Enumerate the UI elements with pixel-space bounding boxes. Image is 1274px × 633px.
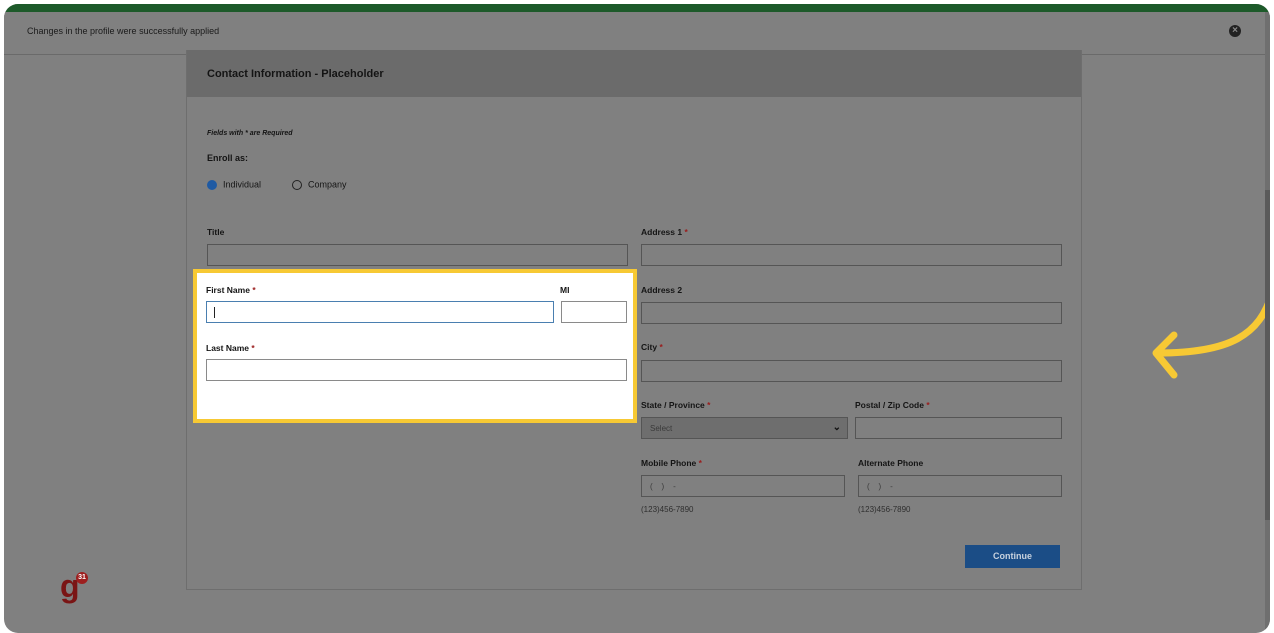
name-section-highlight: First Name * MI Last Name * <box>193 269 637 423</box>
last-name-input[interactable] <box>206 359 627 381</box>
radio-company-label: Company <box>308 179 347 190</box>
state-select-value: Select <box>650 424 673 433</box>
page-scrollbar[interactable] <box>1265 12 1270 633</box>
alternate-phone-input[interactable]: ( ) - <box>858 475 1062 497</box>
radio-individual[interactable]: Individual <box>207 179 261 190</box>
required-note: Fields with * are Required <box>207 130 293 137</box>
guidde-logo[interactable]: g 31 <box>60 568 90 604</box>
title-input[interactable] <box>207 244 628 266</box>
text-caret <box>214 307 215 318</box>
continue-button[interactable]: Continue <box>965 545 1060 568</box>
app-frame: Changes in the profile were successfully… <box>4 4 1270 633</box>
radio-individual-label: Individual <box>223 179 262 190</box>
mobile-phone-input[interactable]: ( ) - <box>641 475 845 497</box>
mobile-placeholder: ( ) - <box>650 482 676 491</box>
alternate-placeholder: ( ) - <box>867 482 893 491</box>
city-label: City * <box>641 342 663 352</box>
logo-badge: 31 <box>76 572 88 584</box>
alternate-hint: (123)456-7890 <box>858 505 911 514</box>
close-circle-icon[interactable]: × <box>1229 25 1241 37</box>
city-input[interactable] <box>641 360 1062 382</box>
postal-input[interactable] <box>855 417 1062 439</box>
middle-initial-input[interactable] <box>561 301 627 323</box>
mobile-label: Mobile Phone * <box>641 458 702 468</box>
address1-input[interactable] <box>641 244 1062 266</box>
scrollbar-thumb[interactable] <box>1265 190 1270 520</box>
curved-arrow-icon <box>1152 290 1270 379</box>
address1-label: Address 1 * <box>641 227 688 237</box>
enroll-label: Enroll as: <box>207 153 249 163</box>
alternate-phone-label: Alternate Phone <box>858 458 924 468</box>
address2-label: Address 2 <box>641 285 683 295</box>
radio-unselected-icon <box>292 179 302 190</box>
address2-input[interactable] <box>641 302 1062 324</box>
title-label: Title <box>207 227 225 237</box>
top-accent-bar <box>4 4 1270 12</box>
card-header: Contact Information - Placeholder <box>187 50 1081 97</box>
success-notification: Changes in the profile were successfully… <box>4 12 1265 55</box>
mi-label: MI <box>560 285 570 295</box>
first-name-input[interactable] <box>206 301 554 323</box>
postal-label: Postal / Zip Code * <box>855 400 930 410</box>
radio-selected-icon <box>207 179 217 190</box>
radio-company[interactable]: Company <box>292 179 347 190</box>
chevron-down-icon: ⌄ <box>832 422 841 433</box>
mobile-hint: (123)456-7890 <box>641 505 694 514</box>
form-title: Contact Information - Placeholder <box>207 68 384 80</box>
last-name-label: Last Name * <box>206 343 255 353</box>
state-select[interactable]: Select ⌄ <box>641 417 848 439</box>
state-label: State / Province * <box>641 400 711 410</box>
first-name-label: First Name * <box>206 285 256 295</box>
notification-message: Changes in the profile were successfully… <box>27 26 220 36</box>
